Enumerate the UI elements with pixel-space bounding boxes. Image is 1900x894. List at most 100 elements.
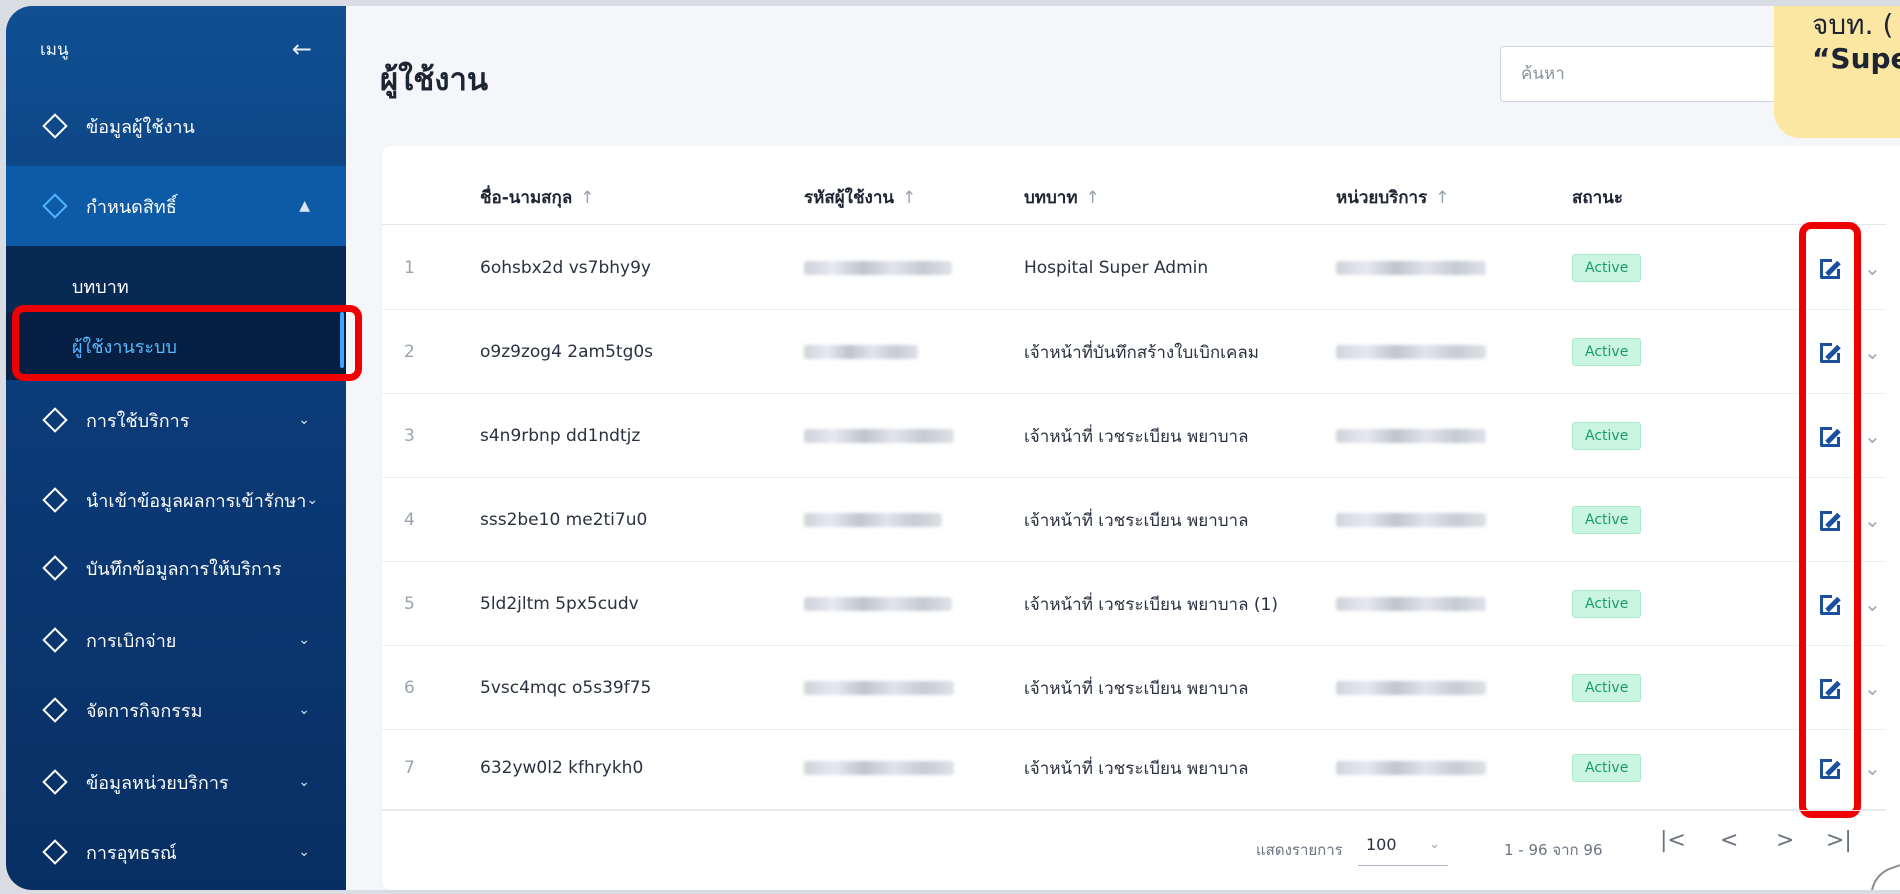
sidebar-item-record-service[interactable]: บันทึกข้อมูลการให้บริการ [6,528,346,608]
expand-row-button[interactable]: ⌄ [1864,478,1881,562]
edit-icon[interactable] [1819,755,1845,781]
sidebar: เมนู ← ข้อมูลผู้ใช้งาน กำหนดสิทธิ์ ▲ บทบ… [6,6,346,890]
chevron-down-icon: ⌄ [298,702,310,718]
chevron-down-icon: ⌄ [1429,837,1440,852]
service-unit-redacted [1336,310,1486,394]
sort-arrow-icon: ↑ [901,188,917,208]
user-role: เจ้าหน้าที่ เวชระเบียน พยาบาล [1024,678,1249,699]
sidebar-item-label: การเบิกจ่าย [86,630,177,652]
chevron-down-icon[interactable]: ⌄ [1864,508,1881,532]
row-number: 6 [404,678,415,698]
diamond-icon [42,487,68,513]
chevron-down-icon[interactable]: ⌄ [1864,340,1881,364]
row-number: 2 [404,342,415,362]
diamond-icon [42,407,68,433]
sidebar-item-label: การใช้บริการ [86,410,190,432]
sidebar-item-label: นำเข้าข้อมูลผลการเข้ารักษา [86,490,307,512]
chevron-down-icon[interactable]: ⌄ [1864,424,1881,448]
column-header-name[interactable]: ชื่อ-นามสกุล ↑ [480,184,595,211]
sidebar-item-system-users[interactable]: ผู้ใช้งานระบบ [6,312,346,380]
annotation-callout: จบท. ( “Supe [1774,6,1900,138]
edit-icon[interactable] [1819,255,1845,281]
edit-icon[interactable] [1819,423,1845,449]
service-unit-redacted [1336,646,1486,730]
row-number: 4 [404,510,415,530]
sidebar-item-permissions[interactable]: กำหนดสิทธิ์ ▲ [6,166,346,246]
table-row[interactable]: 1 6ohsbx2d vs7bhy9y Hospital Super Admin… [382,226,1886,310]
chevron-down-icon: ⌄ [298,844,310,860]
edit-button[interactable] [1819,726,1845,810]
chevron-down-icon: ⌄ [298,774,310,790]
table-row[interactable]: 2 o9z9zog4 2am5tg0s เจ้าหน้าที่บันทึกสร้… [382,310,1886,394]
status-badge: Active [1572,394,1642,478]
edit-icon[interactable] [1819,591,1845,617]
expand-row-button[interactable]: ⌄ [1864,562,1881,646]
sidebar-item-label: จัดการกิจกรรม [86,700,203,722]
column-header-service-unit[interactable]: หน่วยบริการ ↑ [1336,184,1449,211]
user-id-redacted [804,226,952,310]
user-id-redacted [804,394,954,478]
page-title: ผู้ใช้งาน [380,62,489,98]
service-unit-redacted [1336,562,1486,646]
sort-arrow-icon: ↑ [1435,188,1450,208]
search-input[interactable] [1500,46,1800,102]
column-header-role[interactable]: บทบาท ↑ [1024,184,1100,211]
expand-row-button[interactable]: ⌄ [1864,310,1881,394]
user-name: 5ld2jltm 5px5cudv [480,594,639,614]
edit-icon[interactable] [1819,339,1845,365]
edit-button[interactable] [1819,478,1845,562]
chevron-down-icon[interactable]: ⌄ [1864,676,1881,700]
diamond-icon [42,555,68,581]
next-page-icon[interactable]: > [1776,828,1794,853]
table-row[interactable]: 6 5vsc4mqc o5s39f75 เจ้าหน้าที่ เวชระเบี… [382,646,1886,730]
last-page-icon[interactable]: >| [1826,828,1852,853]
first-page-icon[interactable]: |< [1660,828,1686,853]
diamond-icon [42,697,68,723]
edit-icon[interactable] [1819,675,1845,701]
table-row[interactable]: 4 sss2be10 me2ti7u0 เจ้าหน้าที่ เวชระเบี… [382,478,1886,562]
service-unit-redacted [1336,394,1486,478]
sidebar-item-user-info[interactable]: ข้อมูลผู้ใช้งาน [6,86,346,166]
diamond-icon [42,627,68,653]
chevron-down-icon[interactable]: ⌄ [1864,756,1881,780]
sidebar-item-appeals[interactable]: การอุทธรณ์ ⌄ [6,812,346,890]
status-badge: Active [1572,646,1642,730]
edit-icon[interactable] [1819,507,1845,533]
sidebar-item-activities[interactable]: จัดการกิจกรรม ⌄ [6,670,346,750]
status-badge: Active [1572,562,1642,646]
expand-row-button[interactable]: ⌄ [1864,226,1881,310]
edit-button[interactable] [1819,562,1845,646]
user-id-redacted [804,478,942,562]
expand-row-button[interactable]: ⌄ [1864,646,1881,730]
user-name: o9z9zog4 2am5tg0s [480,342,654,362]
chevron-down-icon: ⌄ [306,492,319,508]
expand-row-button[interactable]: ⌄ [1864,394,1881,478]
status-badge: Active [1572,478,1642,562]
edit-button[interactable] [1819,646,1845,730]
selected-indicator [340,312,344,368]
chevron-down-icon[interactable]: ⌄ [1864,592,1881,616]
chevron-up-icon: ▲ [299,198,310,214]
page-size-select[interactable]: 100 ⌄ [1358,824,1448,866]
edit-button[interactable] [1819,310,1845,394]
sidebar-item-disbursement[interactable]: การเบิกจ่าย ⌄ [6,600,346,680]
sidebar-item-services[interactable]: การใช้บริการ ⌄ [6,380,346,460]
column-header-user-id[interactable]: รหัสผู้ใช้งาน ↑ [804,184,916,211]
edit-button[interactable] [1819,394,1845,478]
diamond-icon [42,113,68,139]
user-role: เจ้าหน้าที่ เวชระเบียน พยาบาล [1024,758,1249,779]
chevron-down-icon[interactable]: ⌄ [1864,256,1881,280]
row-number: 3 [404,426,415,446]
edit-button[interactable] [1819,226,1845,310]
diamond-icon [42,193,68,219]
row-number: 5 [404,594,415,614]
sidebar-item-service-units[interactable]: ข้อมูลหน่วยบริการ ⌄ [6,742,346,822]
table-row[interactable]: 7 632yw0l2 kfhrykh0 เจ้าหน้าที่ เวชระเบี… [382,726,1886,810]
table-row[interactable]: 3 s4n9rbnp dd1ndtjz เจ้าหน้าที่ เวชระเบี… [382,394,1886,478]
expand-row-button[interactable]: ⌄ [1864,726,1881,810]
status-badge: Active [1572,226,1642,310]
row-number: 1 [404,258,415,278]
table-row[interactable]: 5 5ld2jltm 5px5cudv เจ้าหน้าที่ เวชระเบี… [382,562,1886,646]
prev-page-icon[interactable]: < [1720,828,1738,853]
collapse-arrow-icon[interactable]: ← [292,35,312,63]
